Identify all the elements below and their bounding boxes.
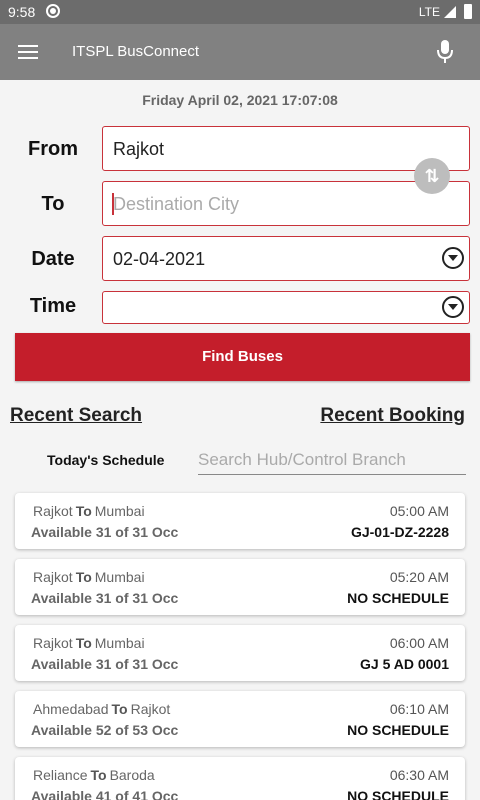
trip-departure-time: 06:30 AM	[389, 767, 449, 783]
trip-destination: Baroda	[109, 767, 155, 783]
trip-departure-time: 06:10 AM	[389, 701, 449, 717]
trip-departure-time: 06:00 AM	[389, 635, 449, 651]
trip-origin: Rajkot	[33, 569, 73, 585]
trip-route: Ahmedabad To Rajkot	[33, 701, 170, 717]
trip-bus-number: GJ 5 AD 0001	[360, 656, 449, 672]
trip-departure-time: 05:00 AM	[389, 503, 449, 519]
trip-availability: Available 31 of 31 Occ	[31, 656, 179, 672]
sync-icon	[46, 4, 60, 18]
trip-availability: Available 31 of 31 Occ	[31, 524, 179, 540]
swap-arrows-icon: ⇅	[424, 166, 440, 186]
app-bar: ITSPL BusConnect	[0, 24, 480, 80]
trip-destination: Mumbai	[94, 503, 145, 519]
trip-card[interactable]: Reliance To Baroda Available 41 of 41 Occ 06…	[15, 757, 465, 800]
signal-icon	[444, 6, 456, 18]
trip-connector: To	[75, 503, 92, 519]
date-input[interactable]: 02-04-2021	[102, 236, 470, 281]
hub-search-placeholder: Search Hub/Control Branch	[198, 450, 406, 469]
recent-booking-tab[interactable]: Recent Booking	[320, 405, 465, 427]
status-time: 9:58	[8, 4, 36, 20]
date-dropdown-icon[interactable]	[442, 247, 464, 269]
trip-connector: To	[75, 569, 92, 585]
trip-card[interactable]: Rajkot To Mumbai Available 31 of 31 Occ 06:0…	[15, 625, 465, 681]
time-select[interactable]	[102, 291, 470, 324]
trip-route: Reliance To Baroda	[33, 767, 155, 783]
current-datetime: Friday April 02, 2021 17:07:08	[142, 92, 338, 108]
trip-destination: Mumbai	[94, 635, 145, 651]
trip-origin: Rajkot	[33, 635, 73, 651]
swap-cities-button[interactable]: ⇅	[414, 158, 450, 194]
hub-search-input[interactable]: Search Hub/Control Branch	[198, 450, 466, 475]
trip-availability: Available 41 of 41 Occ	[31, 788, 179, 800]
destination-placeholder: Destination City	[113, 194, 240, 214]
trip-availability: Available 52 of 53 Occ	[31, 722, 179, 738]
trip-connector: To	[90, 767, 107, 783]
main-content: Friday April 02, 2021 17:07:08 From Rajk…	[0, 80, 480, 800]
trip-origin: Ahmedabad	[33, 701, 109, 717]
trip-connector: To	[111, 701, 128, 717]
trip-bus-number: NO SCHEDULE	[347, 788, 449, 800]
trip-card[interactable]: Ahmedabad To Rajkot Available 52 of 53 Occ 0…	[15, 691, 465, 747]
trip-card[interactable]: Rajkot To Mumbai Available 31 of 31 Occ 05:2…	[15, 559, 465, 615]
battery-icon	[464, 4, 472, 19]
trip-route: Rajkot To Mumbai	[33, 503, 145, 519]
trip-availability: Available 31 of 31 Occ	[31, 590, 179, 606]
todays-schedule-label: Today's Schedule	[47, 452, 165, 468]
hamburger-menu-icon[interactable]	[18, 44, 38, 60]
trip-destination: Rajkot	[130, 701, 171, 717]
trip-bus-number: NO SCHEDULE	[347, 722, 449, 738]
date-value: 02-04-2021	[113, 249, 206, 269]
status-bar: 9:58 LTE	[0, 0, 480, 24]
app-title: ITSPL BusConnect	[72, 43, 200, 60]
find-buses-button[interactable]: Find Buses	[15, 333, 470, 381]
destination-city-input[interactable]: Destination City	[102, 181, 470, 226]
microphone-icon[interactable]	[435, 40, 455, 64]
trip-card[interactable]: Rajkot To Mumbai Available 31 of 31 Occ 05:0…	[15, 493, 465, 549]
trip-origin: Reliance	[33, 767, 88, 783]
trip-departure-time: 05:20 AM	[389, 569, 449, 585]
time-label: Time	[29, 295, 77, 317]
to-label: To	[41, 193, 65, 215]
time-dropdown-icon[interactable]	[442, 296, 464, 318]
from-city-value: Rajkot	[113, 139, 165, 159]
date-label: Date	[31, 248, 75, 270]
trip-connector: To	[75, 635, 92, 651]
trip-bus-number: NO SCHEDULE	[347, 590, 449, 606]
from-label: From	[28, 138, 78, 160]
recent-search-tab[interactable]: Recent Search	[10, 405, 142, 427]
trip-origin: Rajkot	[33, 503, 73, 519]
trip-destination: Mumbai	[94, 569, 145, 585]
network-type: LTE	[418, 5, 440, 19]
trip-route: Rajkot To Mumbai	[33, 569, 145, 585]
trip-route: Rajkot To Mumbai	[33, 635, 145, 651]
trip-bus-number: GJ-01-DZ-2228	[350, 524, 449, 540]
from-city-input[interactable]: Rajkot	[102, 126, 470, 171]
